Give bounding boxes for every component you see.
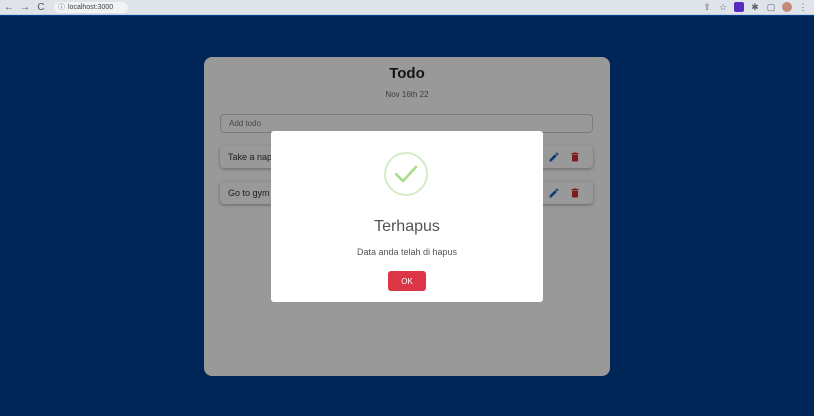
- star-icon[interactable]: ☆: [718, 2, 728, 12]
- browser-toolbar: ← → C ⓘ localhost:3000 ⇪ ☆ ✱ ▢ ⋮: [0, 0, 814, 15]
- info-icon[interactable]: ⓘ: [58, 2, 65, 12]
- avatar[interactable]: [782, 2, 792, 12]
- address-bar[interactable]: ⓘ localhost:3000: [54, 1, 128, 13]
- arrow-right-icon[interactable]: →: [18, 0, 32, 14]
- modal-backdrop[interactable]: Terhapus Data anda telah di hapus OK: [0, 16, 814, 416]
- dialog-message: Data anda telah di hapus: [356, 247, 458, 257]
- dialog-title: Terhapus: [374, 218, 440, 235]
- reload-icon[interactable]: C: [34, 0, 48, 14]
- puzzle-icon[interactable]: ✱: [750, 2, 760, 12]
- ok-button[interactable]: OK: [388, 271, 426, 291]
- extension-badge-icon[interactable]: [734, 2, 744, 12]
- browser-actions: ⇪ ☆ ✱ ▢ ⋮: [702, 2, 814, 12]
- kebab-menu-icon[interactable]: ⋮: [798, 2, 808, 12]
- sidepanel-icon[interactable]: ▢: [766, 2, 776, 12]
- arrow-left-icon[interactable]: ←: [2, 0, 16, 14]
- address-bar-url: localhost:3000: [68, 3, 114, 11]
- success-dialog: Terhapus Data anda telah di hapus OK: [271, 131, 543, 302]
- share-icon[interactable]: ⇪: [702, 2, 712, 12]
- check-circle-icon: [384, 152, 428, 196]
